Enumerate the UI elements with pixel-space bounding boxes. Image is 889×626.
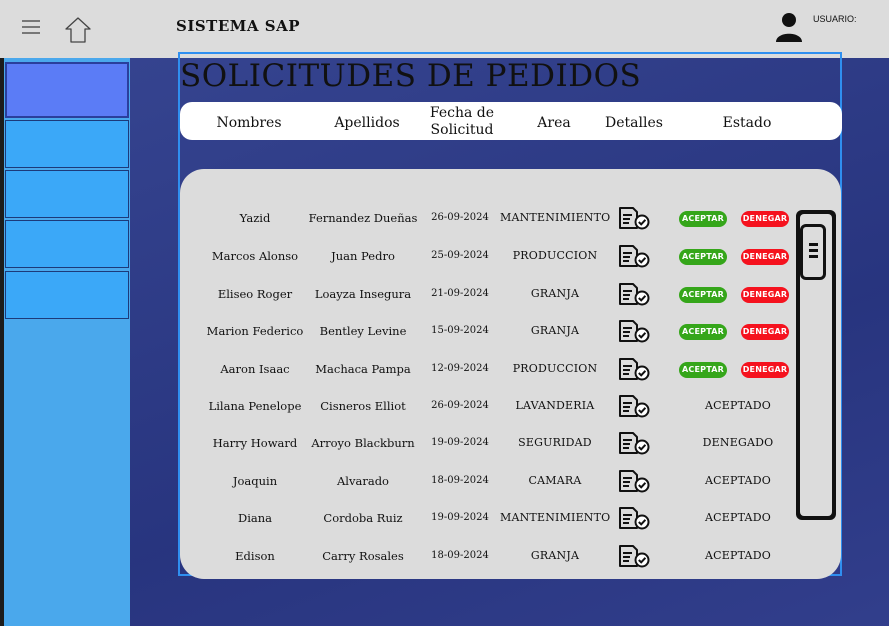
row-fecha: 19-09-2024 (431, 512, 489, 523)
row-apellidos: Cisneros Elliot (320, 399, 406, 413)
row-fecha: 19-09-2024 (431, 437, 489, 448)
document-check-icon[interactable] (618, 319, 650, 343)
row-apellidos: Bentley Levine (319, 324, 407, 338)
row-estado: DENEGADO (702, 436, 774, 449)
row-nombres: Edison (235, 549, 275, 563)
row-fecha: 12-09-2024 (431, 363, 489, 374)
row-apellidos: Arroyo Blackburn (311, 436, 415, 450)
document-check-icon[interactable] (618, 357, 650, 381)
row-area: GRANJA (530, 324, 580, 337)
sidebar-item-3[interactable] (5, 170, 129, 218)
sidebar (4, 58, 130, 626)
sidebar-item-2[interactable] (5, 120, 129, 168)
column-header-estado: Estado (722, 115, 772, 131)
user-avatar-icon[interactable] (775, 12, 803, 42)
column-header-fecha: Fecha de Solicitud (429, 105, 495, 138)
row-area: GRANJA (530, 287, 580, 300)
row-apellidos: Alvarado (337, 474, 389, 488)
row-estado: ACEPTADO (705, 549, 771, 562)
home-icon[interactable] (64, 16, 92, 44)
row-estado: ACEPTADO (705, 511, 771, 524)
row-fecha: 15-09-2024 (431, 325, 489, 336)
column-header-area: Area (537, 115, 571, 131)
row-estado: ACEPTADO (705, 474, 771, 487)
row-area: MANTENIMIENTO (500, 211, 611, 224)
deny-button[interactable]: DENEGAR (741, 287, 789, 303)
page-title: SOLICITUDES DE PEDIDOS (180, 58, 642, 94)
row-apellidos: Fernandez Dueñas (308, 211, 418, 225)
row-apellidos: Loayza Insegura (314, 287, 412, 301)
table-header: Nombres Apellidos Fecha de Solicitud Are… (180, 102, 842, 140)
row-fecha: 21-09-2024 (431, 288, 489, 299)
row-nombres: Lilana Penelope (208, 399, 302, 413)
row-fecha: 18-09-2024 (431, 475, 489, 486)
document-check-icon[interactable] (618, 394, 650, 418)
accept-button[interactable]: ACEPTAR (679, 211, 727, 227)
sidebar-item-1[interactable] (5, 62, 129, 118)
row-nombres: Marcos Alonso (211, 249, 299, 263)
deny-button[interactable]: DENEGAR (741, 211, 789, 227)
row-area: LAVANDERIA (515, 399, 595, 412)
deny-button[interactable]: DENEGAR (741, 249, 789, 265)
document-check-icon[interactable] (618, 544, 650, 568)
column-header-detalles: Detalles (605, 115, 663, 131)
sidebar-item-4[interactable] (5, 220, 129, 268)
row-apellidos: Cordoba Ruiz (323, 511, 403, 525)
row-nombres: Marion Federico (206, 324, 304, 338)
accept-button[interactable]: ACEPTAR (679, 287, 727, 303)
row-area: PRODUCCION (512, 362, 598, 375)
row-fecha: 26-09-2024 (431, 212, 489, 223)
row-nombres: Aaron Isaac (220, 362, 290, 376)
row-area: MANTENIMIENTO (500, 511, 611, 524)
column-header-nombres: Nombres (216, 115, 282, 131)
document-check-icon[interactable] (618, 244, 650, 268)
accept-button[interactable]: ACEPTAR (679, 362, 727, 378)
document-check-icon[interactable] (618, 282, 650, 306)
top-bar: SISTEMA SAP USUARIO: (0, 0, 889, 58)
row-apellidos: Carry Rosales (322, 549, 404, 563)
document-check-icon[interactable] (618, 206, 650, 230)
column-header-apellidos: Apellidos (334, 115, 400, 131)
row-apellidos: Juan Pedro (331, 249, 395, 263)
app-title: SISTEMA SAP (176, 17, 300, 35)
deny-button[interactable]: DENEGAR (741, 362, 789, 378)
row-area: GRANJA (530, 549, 580, 562)
row-nombres: Eliseo Roger (217, 287, 293, 301)
row-nombres: Diana (237, 511, 273, 525)
row-nombres: Yazid (239, 211, 271, 225)
document-check-icon[interactable] (618, 431, 650, 455)
accept-button[interactable]: ACEPTAR (679, 324, 727, 340)
row-area: CAMARA (528, 474, 582, 487)
scrollbar-thumb[interactable] (800, 224, 826, 280)
document-check-icon[interactable] (618, 506, 650, 530)
row-nombres: Joaquin (232, 474, 278, 488)
sidebar-item-5[interactable] (5, 271, 129, 319)
user-label: USUARIO: (813, 14, 857, 24)
row-estado: ACEPTADO (705, 399, 771, 412)
row-fecha: 26-09-2024 (431, 400, 489, 411)
row-fecha: 25-09-2024 (431, 250, 489, 261)
deny-button[interactable]: DENEGAR (741, 324, 789, 340)
row-apellidos: Machaca Pampa (315, 362, 411, 376)
row-fecha: 18-09-2024 (431, 550, 489, 561)
accept-button[interactable]: ACEPTAR (679, 249, 727, 265)
row-area: SEGURIDAD (518, 436, 592, 449)
row-area: PRODUCCION (512, 249, 598, 262)
document-check-icon[interactable] (618, 469, 650, 493)
hamburger-menu-icon[interactable] (22, 20, 40, 34)
row-nombres: Harry Howard (212, 436, 298, 450)
table-scrollbar[interactable] (796, 210, 836, 520)
